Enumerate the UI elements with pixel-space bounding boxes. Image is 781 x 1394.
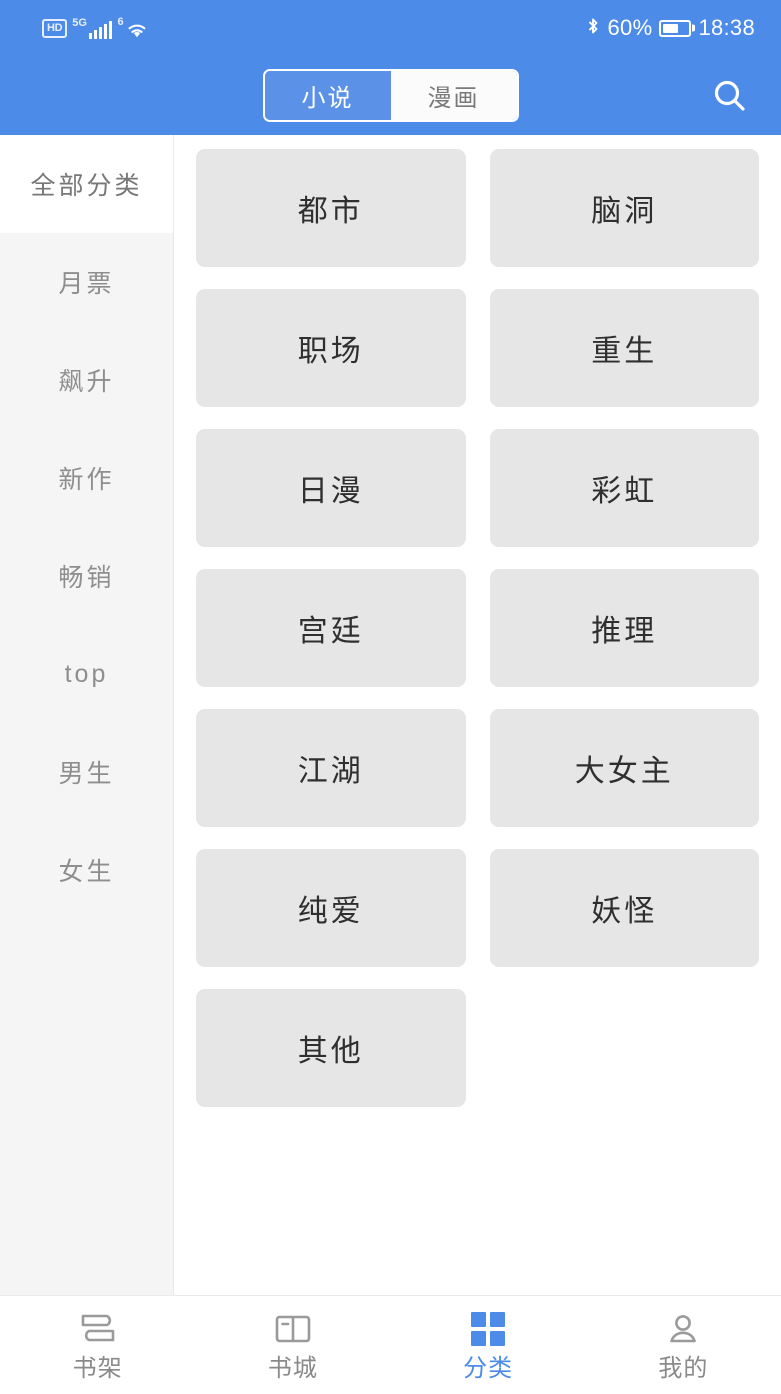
grid-icon bbox=[471, 1310, 506, 1348]
category-grid: 都市 脑洞 职场 重生 日漫 彩虹 宫廷 推理 江湖 大女主 纯爱 妖怪 其他 bbox=[196, 149, 759, 1107]
app-header: HD 5G 6 60% 18:38 小说 漫画 bbox=[0, 0, 781, 135]
category-card[interactable]: 推理 bbox=[489, 569, 759, 687]
category-card[interactable]: 宫廷 bbox=[196, 569, 466, 687]
category-card[interactable]: 职场 bbox=[196, 289, 466, 407]
header-nav-row: 小说 漫画 bbox=[0, 56, 781, 135]
wifi-icon: 6 bbox=[117, 15, 148, 40]
status-bar: HD 5G 6 60% 18:38 bbox=[0, 0, 781, 56]
sidebar-filler bbox=[0, 919, 173, 1295]
tab-novels[interactable]: 小说 bbox=[264, 71, 391, 120]
category-card[interactable]: 妖怪 bbox=[489, 849, 759, 967]
category-card[interactable]: 脑洞 bbox=[489, 149, 759, 267]
person-icon bbox=[665, 1310, 701, 1348]
nav-label-categories: 分类 bbox=[463, 1354, 514, 1382]
battery-percent-label: 60% bbox=[607, 15, 653, 40]
category-card[interactable]: 重生 bbox=[489, 289, 759, 407]
sidebar-item-monthly-ticket[interactable]: 月票 bbox=[0, 233, 173, 331]
nav-label-profile: 我的 bbox=[658, 1354, 709, 1382]
category-sidebar: 全部分类 月票 飙升 新作 畅销 top 男生 女生 bbox=[0, 135, 174, 1295]
cellular-signal-icon: 5G bbox=[72, 16, 113, 39]
bottom-navigation-bar: 书架 书城 分类 我的 bbox=[0, 1295, 781, 1394]
category-card[interactable]: 纯爱 bbox=[196, 849, 466, 967]
category-card[interactable]: 其他 bbox=[196, 989, 466, 1107]
category-card[interactable]: 日漫 bbox=[196, 429, 466, 547]
tab-comics[interactable]: 漫画 bbox=[390, 71, 517, 120]
signal-bars-icon bbox=[88, 20, 113, 39]
sidebar-item-all-categories[interactable]: 全部分类 bbox=[0, 135, 173, 233]
battery-icon bbox=[659, 19, 692, 37]
category-card[interactable]: 都市 bbox=[196, 149, 466, 267]
sidebar-item-new-works[interactable]: 新作 bbox=[0, 429, 173, 527]
nav-item-bookstore[interactable]: 书城 bbox=[195, 1310, 390, 1381]
open-book-icon bbox=[274, 1310, 312, 1348]
grid-icon-shape bbox=[471, 1311, 506, 1346]
battery-fill bbox=[663, 23, 678, 33]
category-card[interactable]: 江湖 bbox=[196, 709, 466, 827]
clock-label: 18:38 bbox=[698, 15, 755, 40]
sidebar-item-female[interactable]: 女生 bbox=[0, 821, 173, 919]
category-card[interactable]: 大女主 bbox=[489, 709, 759, 827]
sidebar-item-male[interactable]: 男生 bbox=[0, 723, 173, 821]
nav-label-bookstore: 书城 bbox=[267, 1354, 318, 1382]
nav-item-bookshelf[interactable]: 书架 bbox=[0, 1310, 195, 1381]
nav-item-profile[interactable]: 我的 bbox=[586, 1310, 781, 1381]
bookshelf-icon bbox=[78, 1310, 118, 1348]
search-icon bbox=[714, 80, 745, 111]
category-grid-area: 都市 脑洞 职场 重生 日漫 彩虹 宫廷 推理 江湖 大女主 纯爱 妖怪 其他 bbox=[174, 135, 781, 1295]
network-type-label: 5G bbox=[72, 16, 87, 29]
content-type-segmented-control[interactable]: 小说 漫画 bbox=[262, 69, 519, 122]
category-card[interactable]: 彩虹 bbox=[489, 429, 759, 547]
sidebar-item-bestselling[interactable]: 畅销 bbox=[0, 527, 173, 625]
search-button[interactable] bbox=[701, 67, 759, 125]
sidebar-item-rising[interactable]: 飙升 bbox=[0, 331, 173, 429]
status-bar-left: HD 5G 6 bbox=[42, 15, 149, 40]
hd-icon: HD bbox=[42, 18, 68, 38]
bluetooth-icon bbox=[588, 18, 597, 34]
status-bar-right: 60% 18:38 bbox=[585, 16, 756, 40]
nav-item-categories[interactable]: 分类 bbox=[391, 1310, 586, 1381]
app-root: HD 5G 6 60% 18:38 小说 漫画 全部分类 月票 飙升 新作 畅销… bbox=[0, 0, 781, 1394]
sidebar-item-top[interactable]: top bbox=[0, 625, 173, 723]
nav-label-bookshelf: 书架 bbox=[72, 1354, 123, 1382]
wifi-generation-label: 6 bbox=[117, 15, 124, 28]
body-area: 全部分类 月票 飙升 新作 畅销 top 男生 女生 都市 脑洞 职场 重生 日… bbox=[0, 135, 781, 1295]
